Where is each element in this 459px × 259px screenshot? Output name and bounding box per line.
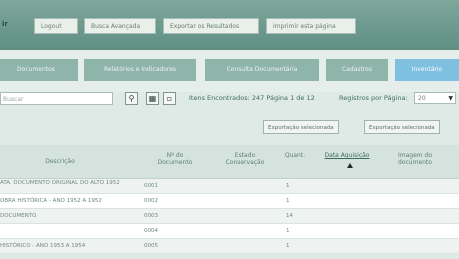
cell-descricao: ATA. DOCUMENTO ORIGINAL DO ALTO 1952	[0, 180, 120, 186]
print-page-button[interactable]: Imprimir esta página	[266, 18, 356, 34]
per-page-label: Registros por Página:	[339, 94, 408, 102]
table-row[interactable]: HISTÓRICO - ANO 1953 A 1954 0005 1	[0, 239, 459, 254]
cell-quant: 1	[286, 228, 290, 234]
col-quant[interactable]: Quant.	[284, 152, 306, 159]
results-count: Itens Encontrados: 247 Página 1 de 12	[189, 94, 315, 102]
main-menu: Documentos Relatórios e Indicadores Cons…	[0, 50, 459, 92]
tab-relatorios[interactable]: Relatórios e Indicadores	[84, 59, 196, 81]
export-selected-button-2[interactable]: Exportação selecionada	[364, 120, 440, 134]
cell-quant: 1	[286, 198, 290, 204]
tab-consulta[interactable]: Consulta Documentária	[205, 59, 319, 81]
cell-descricao: OBRA HISTÓRICA - ANO 1952 A 1952	[0, 198, 102, 204]
col-num-documento[interactable]: Nº do Documento	[156, 152, 194, 166]
col-data-aquisicao[interactable]: Data Aquisição	[316, 152, 378, 159]
export-selected-button[interactable]: Exportação selecionada	[263, 120, 339, 134]
cell-descricao: HISTÓRICO - ANO 1953 A 1954	[0, 243, 86, 249]
table-row[interactable]: OBRA HISTÓRICA - ANO 1952 A 1952 0002 1	[0, 194, 459, 209]
cell-num: 0002	[144, 198, 158, 204]
table-row[interactable]: ATA. DOCUMENTO ORIGINAL DO ALTO 1952 000…	[0, 179, 459, 194]
tab-documentos[interactable]: Documentos	[0, 59, 78, 81]
tab-cadastros[interactable]: Cadastros	[326, 59, 388, 81]
search-icon[interactable]: ⚲	[125, 92, 138, 105]
save-icon[interactable]: ▫	[163, 92, 176, 105]
results-table: Descrição Nº do Documento Estado Conserv…	[0, 145, 459, 254]
tab-inventario[interactable]: Inventário	[395, 59, 459, 81]
per-page-select[interactable]: 20 ▼	[414, 92, 456, 104]
chevron-down-icon: ▼	[448, 95, 453, 102]
col-estado[interactable]: Estado Conservação	[218, 152, 272, 166]
cell-descricao: DOCUMENTO	[0, 213, 37, 219]
cell-quant: 1	[286, 243, 290, 249]
table-row[interactable]: 0004 1	[0, 224, 459, 239]
cell-num: 0003	[144, 213, 158, 219]
export-results-button[interactable]: Exportar os Resultados	[163, 18, 259, 34]
nav-glyph: ir	[2, 20, 8, 28]
per-page-value: 20	[418, 95, 426, 102]
cell-quant: 1	[286, 183, 290, 189]
table-row[interactable]: DOCUMENTO 0003 14	[0, 209, 459, 224]
col-descricao[interactable]: Descrição	[40, 158, 80, 165]
cell-num: 0004	[144, 228, 158, 234]
search-row: Buscar ⚲ ▦ ▫ Itens Encontrados: 247 Pági…	[0, 92, 459, 110]
advanced-search-button[interactable]: Busca Avançada	[84, 18, 156, 34]
top-toolbar: ir Logout Busca Avançada Exportar os Res…	[0, 0, 459, 50]
cell-num: 0001	[144, 183, 158, 189]
logout-button[interactable]: Logout	[34, 18, 78, 34]
table-header: Descrição Nº do Documento Estado Conserv…	[0, 145, 459, 179]
search-input[interactable]: Buscar	[0, 92, 113, 105]
cell-quant: 14	[286, 213, 293, 219]
print-icon[interactable]: ▦	[146, 92, 159, 105]
sort-up-icon	[347, 163, 353, 168]
col-imagem[interactable]: Imagem do documento	[390, 152, 440, 166]
cell-num: 0005	[144, 243, 158, 249]
